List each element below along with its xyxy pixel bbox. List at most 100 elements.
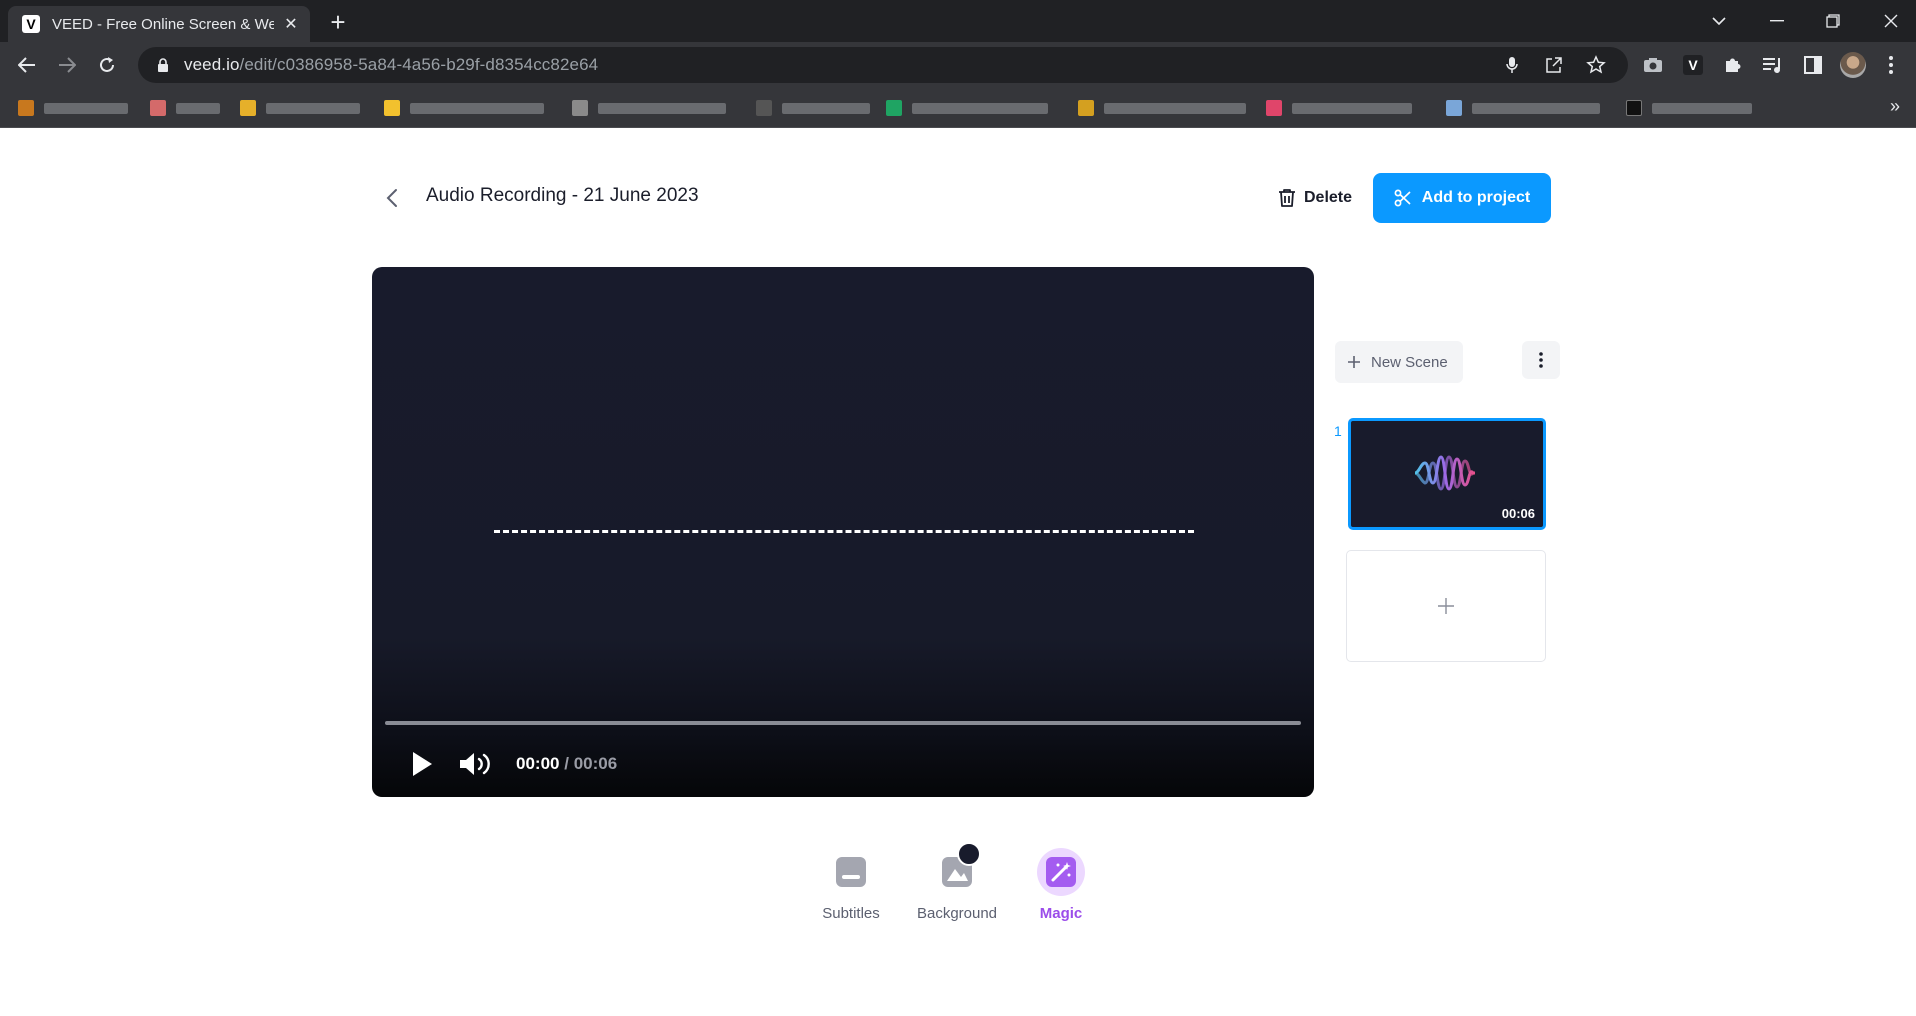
bookmark-label-blurred (44, 102, 128, 114)
bookmark-favicon-icon (756, 100, 772, 116)
background-tool[interactable]: Background (912, 842, 1002, 922)
bookmark-favicon-icon (384, 100, 400, 116)
background-label: Background (916, 905, 998, 922)
veed-extension-icon[interactable]: V (1678, 50, 1708, 80)
profile-avatar-icon[interactable] (1838, 50, 1868, 80)
bookmark-item[interactable] (18, 98, 128, 118)
volume-button[interactable] (456, 744, 496, 784)
bookmark-item[interactable] (1266, 98, 1412, 118)
back-button[interactable] (378, 184, 406, 212)
add-to-project-label: Add to project (1421, 189, 1531, 206)
chrome-menu-icon[interactable] (1876, 50, 1906, 80)
new-scene-label: New Scene (1371, 353, 1448, 371)
share-icon[interactable] (1542, 53, 1566, 77)
address-bar[interactable]: veed.io/edit/c0386958-5a84-4a56-b29f-d83… (138, 47, 1628, 83)
bookmark-item[interactable] (240, 98, 360, 118)
window-restore-icon[interactable] (1818, 6, 1848, 36)
magic-tool-icon-wrap (1037, 848, 1085, 896)
current-time: 00:00 (516, 754, 560, 773)
url-text: veed.io/edit/c0386958-5a84-4a56-b29f-d83… (184, 55, 598, 75)
bookmark-item[interactable] (756, 98, 870, 118)
microphone-icon[interactable] (1500, 53, 1524, 77)
side-panel-icon[interactable] (1798, 50, 1828, 80)
forward-arrow-icon[interactable] (52, 50, 82, 80)
profile-avatar-image (1840, 52, 1866, 78)
tab-search-chevron-icon[interactable] (1704, 6, 1734, 36)
subtitles-icon (836, 857, 866, 887)
delete-button[interactable]: Delete (1278, 180, 1352, 216)
bookmark-favicon-icon (1446, 100, 1462, 116)
window-minimize-icon[interactable] (1762, 6, 1792, 36)
bookmark-item[interactable] (384, 98, 544, 118)
delete-label: Delete (1304, 189, 1353, 206)
bookmark-item[interactable] (886, 98, 1048, 118)
back-arrow-icon[interactable] (12, 50, 42, 80)
veed-favicon-icon: V (22, 15, 40, 33)
url-host: veed.io (184, 55, 240, 74)
bookmark-label-blurred (912, 102, 1048, 114)
magic-tool[interactable]: Magic (1016, 848, 1106, 922)
puzzle-extensions-icon[interactable] (1718, 50, 1748, 80)
bookmark-item[interactable] (1626, 98, 1752, 118)
background-color-swatch (957, 842, 981, 866)
plus-icon (1348, 356, 1360, 368)
bookmark-item[interactable] (1446, 98, 1600, 118)
bookmarks-bar (0, 88, 1916, 128)
bookmark-favicon-icon (240, 100, 256, 116)
bookmarks-overflow-button[interactable]: » (1890, 96, 1900, 117)
add-scene-button[interactable] (1346, 550, 1546, 662)
media-queue-icon[interactable] (1758, 50, 1788, 80)
scissors-icon (1394, 189, 1411, 207)
bookmark-label-blurred (266, 102, 360, 114)
add-to-project-button[interactable]: Add to project (1373, 173, 1551, 223)
browser-toolbar: veed.io/edit/c0386958-5a84-4a56-b29f-d83… (0, 42, 1916, 88)
magic-label: Magic (1039, 905, 1083, 922)
browser-tab-veed[interactable]: V VEED - Free Online Screen & Webcam Rec… (8, 6, 310, 42)
scene-duration: 00:06 (1501, 506, 1535, 521)
scenes-more-options-button[interactable] (1522, 341, 1560, 379)
background-tool-icon-wrap (933, 842, 981, 896)
bookmark-favicon-icon (886, 100, 902, 116)
audio-waveform-flat (494, 530, 1194, 533)
bookmark-label-blurred (410, 102, 544, 114)
veed-extension-letter: V (1683, 55, 1703, 75)
time-separator: / (564, 754, 569, 773)
window-close-icon[interactable] (1876, 6, 1906, 36)
subtitles-tool[interactable]: Subtitles (806, 848, 896, 922)
time-display: 00:00 / 00:06 (516, 754, 617, 774)
new-scene-button[interactable]: New Scene (1335, 341, 1463, 383)
subtitles-label: Subtitles (822, 905, 880, 922)
reload-icon[interactable] (92, 50, 122, 80)
play-icon (413, 752, 432, 776)
bookmark-favicon-icon (1626, 100, 1642, 116)
magic-wand-icon (1046, 857, 1076, 887)
browser-tab-bar: V VEED - Free Online Screen & Webcam Rec… (0, 0, 1916, 42)
tab-close-icon[interactable]: ✕ (282, 14, 300, 34)
play-button[interactable] (402, 744, 442, 784)
bookmark-favicon-icon (1078, 100, 1094, 116)
bookmark-favicon-icon (572, 100, 588, 116)
bookmark-favicon-icon (150, 100, 166, 116)
bookmark-label-blurred (1472, 102, 1600, 114)
bookmark-item[interactable] (1078, 98, 1246, 118)
chevron-left-icon (386, 189, 397, 207)
plus-icon (1438, 598, 1454, 614)
lock-icon[interactable] (152, 54, 174, 76)
url-path: /edit/c0386958-5a84-4a56-b29f-d8354cc82e… (239, 55, 599, 74)
bookmark-label-blurred (782, 102, 870, 114)
bookmark-item[interactable] (150, 98, 220, 118)
bookmark-label-blurred (1104, 102, 1246, 114)
new-tab-plus-icon[interactable]: + (326, 8, 350, 36)
playback-progress-bar[interactable] (385, 721, 1301, 725)
bookmark-item[interactable] (572, 98, 726, 118)
bookmark-label-blurred (1652, 102, 1752, 114)
subtitles-tool-icon-wrap (827, 848, 875, 896)
video-player[interactable]: 00:00 / 00:06 (372, 267, 1314, 797)
total-time: 00:06 (573, 754, 618, 773)
trash-icon (1279, 189, 1295, 207)
bookmark-label-blurred (598, 102, 726, 114)
camera-extension-icon[interactable] (1638, 50, 1668, 80)
bookmark-label-blurred (1292, 102, 1412, 114)
scene-thumbnail[interactable]: 00:06 (1348, 418, 1546, 530)
bookmark-star-icon[interactable] (1584, 53, 1608, 77)
